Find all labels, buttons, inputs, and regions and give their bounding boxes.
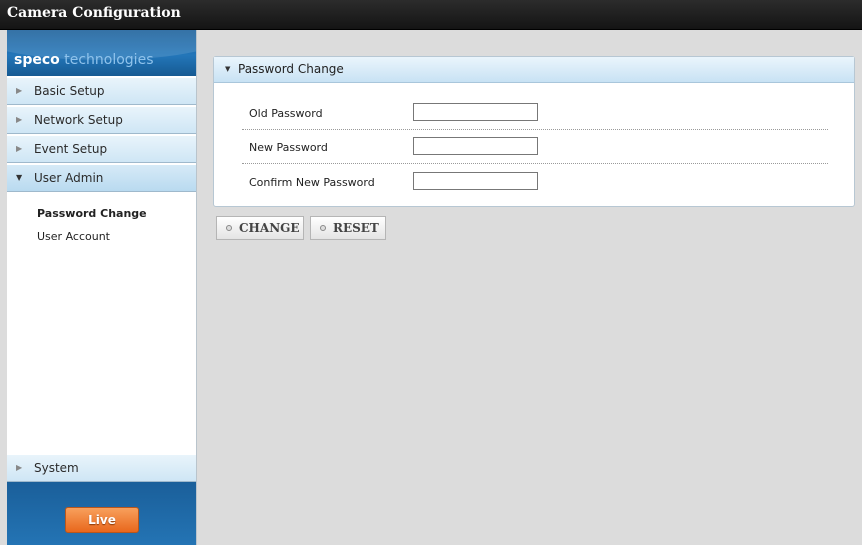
reset-button-label: RESET xyxy=(333,221,379,235)
sidebar-item-label: Basic Setup xyxy=(34,84,105,98)
window-title: Camera Configuration xyxy=(7,5,181,21)
chevron-right-icon: ▶ xyxy=(16,463,23,472)
submenu-password-change[interactable]: Password Change xyxy=(37,207,147,220)
sidebar-item-label: System xyxy=(34,461,79,475)
confirm-password-label: Confirm New Password xyxy=(249,176,375,189)
chevron-right-icon: ▶ xyxy=(16,115,23,124)
new-password-input[interactable] xyxy=(413,137,538,155)
sidebar-item-label: Network Setup xyxy=(34,113,123,127)
chevron-down-icon: ▼ xyxy=(16,173,23,182)
change-button-label: CHANGE xyxy=(239,221,300,235)
sidebar-item-basic-setup[interactable]: ▶ Basic Setup xyxy=(7,77,196,105)
logo-text: speco technologies xyxy=(14,52,154,68)
change-button[interactable]: CHANGE xyxy=(216,216,304,240)
sidebar-item-network-setup[interactable]: ▶ Network Setup xyxy=(7,106,196,134)
old-password-label: Old Password xyxy=(249,107,323,120)
bullet-icon xyxy=(320,225,326,231)
sidebar-item-system[interactable]: ▶ System xyxy=(7,454,196,482)
new-password-label: New Password xyxy=(249,141,328,154)
submenu-user-account[interactable]: User Account xyxy=(37,230,110,243)
sidebar: speco technologies ▶ Basic Setup ▶ Netwo… xyxy=(7,30,197,545)
reset-button[interactable]: RESET xyxy=(310,216,386,240)
form-row-old-password: Old Password xyxy=(242,95,828,130)
sidebar-item-user-admin[interactable]: ▼ User Admin xyxy=(7,164,196,192)
panel-title: Password Change xyxy=(238,62,344,76)
chevron-right-icon: ▶ xyxy=(16,144,23,153)
password-change-panel: ▼ Password Change Old Password New Passw… xyxy=(213,56,855,207)
sidebar-item-label: User Admin xyxy=(34,171,104,185)
old-password-input[interactable] xyxy=(413,103,538,121)
live-button[interactable]: Live xyxy=(65,507,139,533)
confirm-password-input[interactable] xyxy=(413,172,538,190)
chevron-down-icon: ▼ xyxy=(225,65,231,73)
brand-logo: speco technologies xyxy=(7,30,196,76)
bullet-icon xyxy=(226,225,232,231)
form-row-confirm-password: Confirm New Password xyxy=(242,164,828,198)
title-bar: Camera Configuration xyxy=(0,0,862,30)
sidebar-item-label: Event Setup xyxy=(34,142,108,156)
chevron-right-icon: ▶ xyxy=(16,86,23,95)
form-row-new-password: New Password xyxy=(242,129,828,164)
sidebar-item-event-setup[interactable]: ▶ Event Setup xyxy=(7,135,196,163)
panel-header[interactable]: ▼ Password Change xyxy=(214,57,854,83)
